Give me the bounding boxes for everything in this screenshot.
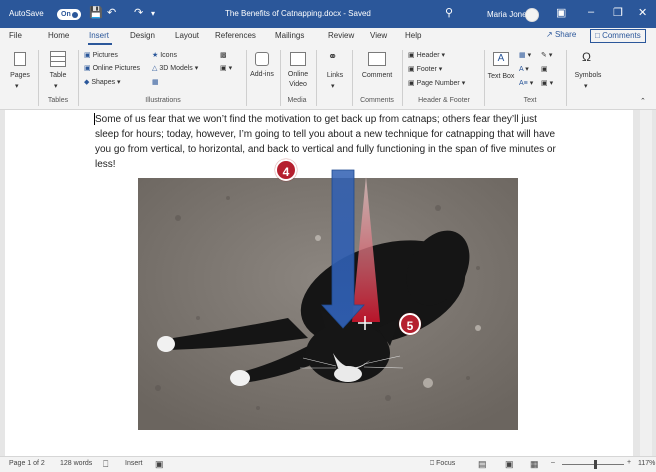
focus-icon: ⎕ <box>430 460 435 467</box>
zoom-out-icon[interactable]: – <box>551 459 555 466</box>
arrow-overlay <box>321 169 380 330</box>
focus-button[interactable]: ⎕ Focus <box>430 460 455 468</box>
read-mode-icon[interactable]: ▤ <box>478 459 487 470</box>
proofing-icon[interactable]: ⎕ <box>103 459 108 470</box>
insert-mode[interactable]: Insert <box>125 460 143 467</box>
zoom-level[interactable]: 117% <box>638 460 655 467</box>
status-bar <box>0 456 656 472</box>
zoom-in-icon[interactable]: + <box>627 459 631 466</box>
zoom-slider[interactable] <box>562 464 624 465</box>
zoom-slider-thumb[interactable] <box>594 460 597 469</box>
print-layout-icon[interactable]: ▣ <box>505 459 514 470</box>
word-count[interactable]: 128 words <box>60 460 92 467</box>
page-count[interactable]: Page 1 of 2 <box>9 460 45 467</box>
web-layout-icon[interactable]: ▦ <box>530 459 539 470</box>
callout-step-4: 4 <box>275 159 297 181</box>
drag-path-red-arrow <box>352 176 380 322</box>
callout-step-5: 5 <box>399 313 421 335</box>
macro-icon[interactable]: ▣ <box>155 459 164 470</box>
